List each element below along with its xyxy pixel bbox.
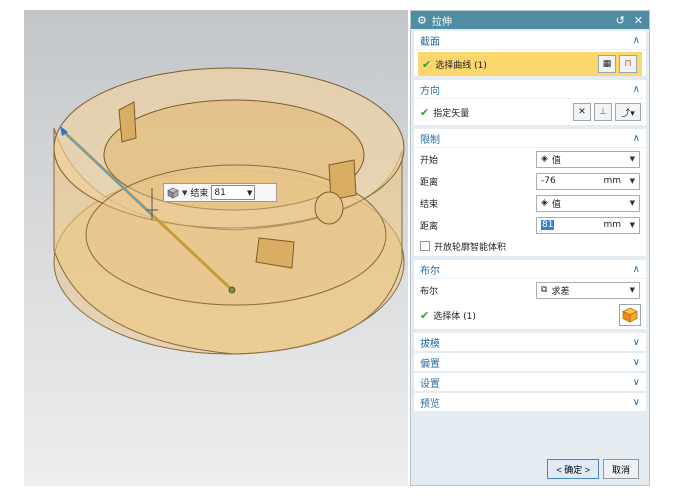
close-icon[interactable]: ✕	[634, 14, 643, 27]
chevron-up-icon[interactable]: ∧	[633, 133, 640, 144]
end-option-value: 值	[551, 199, 561, 210]
section-boolean: 布尔 ∧ 布尔 ⧉ 求差 ▼ ✔ 选择体 (1)	[414, 260, 646, 329]
cube-icon	[167, 187, 179, 198]
section-preview[interactable]: 预览 ∨	[414, 393, 646, 411]
end-distance-value: 81	[541, 220, 555, 230]
end-distance-row: 距离 81 mm ▼	[414, 214, 646, 236]
section-draft-title: 拔模	[420, 338, 440, 350]
reverse-direction-icon[interactable]: ✕	[573, 103, 591, 121]
model-view	[53, 67, 405, 355]
end-distance-input[interactable]: 81 mm ▼	[536, 216, 640, 234]
start-label: 开始	[420, 155, 439, 166]
section-boolean-header[interactable]: 布尔 ∧	[414, 260, 646, 279]
floating-end-label: 结束	[190, 189, 209, 199]
start-distance-value: -76	[541, 176, 556, 186]
section-offset[interactable]: 偏置 ∨	[414, 353, 646, 371]
chevron-down-icon[interactable]: ▼	[630, 177, 635, 185]
section-profile-header[interactable]: 截面 ∧	[414, 31, 646, 50]
end-label: 结束	[420, 199, 439, 210]
start-row: 开始 ◈ 值 ▼	[414, 148, 646, 170]
open-profile-checkbox[interactable]	[420, 241, 430, 251]
sketch-icon[interactable]: ▦	[598, 55, 616, 73]
end-option-select[interactable]: ◈ 值 ▼	[536, 194, 640, 212]
end-unit: mm	[603, 220, 621, 230]
cube-icon[interactable]	[619, 304, 641, 326]
chevron-up-icon[interactable]: ∧	[633, 35, 640, 46]
dialog-title: 拉伸	[431, 16, 452, 28]
open-profile-label: 开放轮廓智能体积	[434, 242, 507, 253]
specify-vector-row[interactable]: ✔ 指定矢量 ✕ ⊥ ⤴▾	[414, 99, 646, 125]
chevron-down-icon[interactable]: ∨	[633, 337, 640, 348]
dialog-footer: < 确定 > 取消	[547, 459, 639, 479]
extrude-dialog: ⚙ 拉伸 ↺ ✕ 截面 ∧ ✔ 选择曲线 (1) ▦ ⊓ 方向 ∧ ✔ 指定矢量	[410, 10, 650, 486]
section-direction: 方向 ∧ ✔ 指定矢量 ✕ ⊥ ⤴▾	[414, 80, 646, 125]
section-preview-title: 预览	[420, 398, 440, 410]
section-limits-title: 限制	[420, 134, 440, 146]
section-settings[interactable]: 设置 ∨	[414, 373, 646, 391]
start-distance-label: 距离	[420, 177, 439, 188]
floating-end-value-text: 81	[214, 187, 226, 198]
chevron-down-icon[interactable]: ▼	[630, 155, 635, 163]
section-limits-header[interactable]: 限制 ∧	[414, 129, 646, 148]
start-option-select[interactable]: ◈ 值 ▼	[536, 150, 640, 168]
cube-icon: ◈	[541, 198, 548, 208]
start-option-value: 值	[551, 155, 561, 166]
open-profile-row[interactable]: 开放轮廓智能体积	[414, 236, 646, 256]
start-distance-input[interactable]: -76 mm ▼	[536, 172, 640, 190]
drag-handle[interactable]	[228, 286, 236, 294]
vector-dialog-icon[interactable]: ⊥	[594, 103, 612, 121]
section-draft[interactable]: 拔模 ∨	[414, 333, 646, 351]
select-curve-label: 选择曲线 (1)	[435, 60, 487, 71]
section-boolean-title: 布尔	[420, 265, 440, 277]
chevron-down-icon[interactable]: ▼	[630, 286, 635, 294]
boolean-option-select[interactable]: ⧉ 求差 ▼	[536, 281, 640, 299]
ok-button[interactable]: < 确定 >	[547, 459, 599, 479]
curve-rule-icon[interactable]: ⊓	[619, 55, 637, 73]
boolean-option-value: 求差	[551, 286, 570, 297]
section-offset-title: 偏置	[420, 358, 440, 370]
chevron-down-icon[interactable]: ▼	[630, 199, 635, 207]
chevron-down-icon[interactable]: ▼	[247, 189, 252, 197]
select-body-label: 选择体 (1)	[433, 311, 476, 322]
boolean-row: 布尔 ⧉ 求差 ▼	[414, 279, 646, 301]
chevron-down-icon[interactable]: ∨	[633, 377, 640, 388]
section-direction-header[interactable]: 方向 ∧	[414, 80, 646, 99]
reset-icon[interactable]: ↺	[616, 14, 625, 27]
vector-type-icon[interactable]: ⤴▾	[615, 103, 641, 121]
start-unit: mm	[603, 176, 621, 186]
end-row: 结束 ◈ 值 ▼	[414, 192, 646, 214]
dialog-titlebar: ⚙ 拉伸 ↺ ✕	[411, 11, 649, 29]
chevron-up-icon[interactable]: ∧	[633, 84, 640, 95]
check-icon: ✔	[422, 57, 432, 71]
gear-icon[interactable]: ⚙	[417, 14, 427, 27]
select-body-row[interactable]: ✔ 选择体 (1)	[414, 301, 646, 329]
chevron-down-icon[interactable]: ∨	[633, 357, 640, 368]
check-icon: ✔	[420, 308, 430, 322]
floating-end-value[interactable]: 81 ▼	[211, 185, 256, 200]
select-curve-row[interactable]: ✔ 选择曲线 (1) ▦ ⊓	[418, 52, 642, 76]
cube-icon: ◈	[541, 154, 548, 164]
start-distance-row: 距离 -76 mm ▼	[414, 170, 646, 192]
check-icon: ✔	[420, 105, 430, 119]
section-settings-title: 设置	[420, 378, 440, 390]
boolean-label: 布尔	[420, 286, 439, 297]
specify-vector-label: 指定矢量	[433, 108, 470, 119]
cancel-button[interactable]: 取消	[602, 459, 639, 479]
chevron-down-icon[interactable]: ▼	[182, 189, 187, 197]
chevron-up-icon[interactable]: ∧	[633, 264, 640, 275]
section-limits: 限制 ∧ 开始 ◈ 值 ▼ 距离 -76 mm ▼ 结束 ◈ 值 ▼ 距离 81…	[414, 129, 646, 256]
section-profile-title: 截面	[420, 36, 440, 48]
chevron-down-icon[interactable]: ∨	[633, 397, 640, 408]
floating-end-input[interactable]: ▼ 结束 81 ▼	[163, 183, 277, 202]
graphics-viewport[interactable]	[24, 10, 408, 486]
end-distance-label: 距离	[420, 221, 439, 232]
section-profile: 截面 ∧ ✔ 选择曲线 (1) ▦ ⊓	[414, 31, 646, 76]
section-direction-title: 方向	[420, 85, 440, 97]
cylinder-boss	[314, 191, 344, 225]
subtract-icon: ⧉	[541, 285, 548, 295]
chevron-down-icon[interactable]: ▼	[630, 221, 635, 229]
